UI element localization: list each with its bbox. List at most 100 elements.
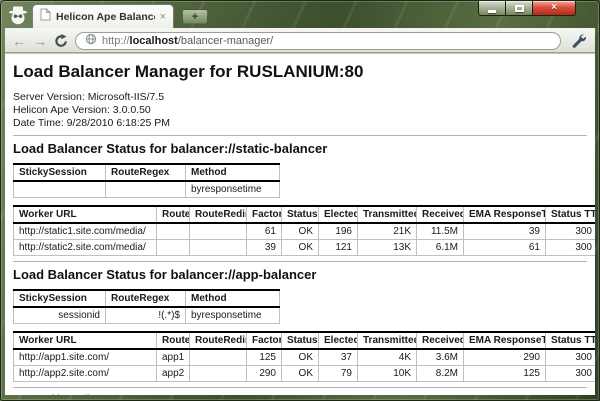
- tab-close-icon[interactable]: ×: [160, 11, 166, 22]
- address-bar[interactable]: http://localhost/balancer-manager/: [75, 31, 561, 50]
- page-title: Load Balancer Manager for RUSLANIUM:80: [13, 62, 364, 81]
- table-cell: 79: [318, 365, 358, 382]
- table-cell: sessionid: [13, 306, 106, 324]
- balancer-section-static: Load Balancer Status for balancer://stat…: [13, 141, 595, 256]
- column-header: Status: [281, 205, 319, 224]
- table-cell: byresponsetime: [185, 306, 280, 324]
- wrench-icon: [572, 34, 586, 48]
- column-header: Status TTL: [545, 205, 595, 224]
- divider: [13, 135, 587, 136]
- worker-url-cell: http://static1.site.com/media/: [13, 222, 157, 240]
- back-button[interactable]: ←: [12, 34, 26, 48]
- page-content: Load Balancer Manager for RUSLANIUM:80 S…: [5, 53, 595, 395]
- table-cell: byresponsetime: [185, 180, 280, 198]
- column-header: Factor: [246, 205, 282, 224]
- forward-button[interactable]: →: [33, 34, 47, 48]
- column-header: RouteRegex: [105, 163, 186, 182]
- worker-url-cell: http://app2.site.com/: [13, 365, 157, 382]
- table-header-row: Worker URL Route RouteRedir Factor Statu…: [13, 331, 595, 350]
- reload-icon: [55, 33, 67, 47]
- reload-button[interactable]: [54, 33, 68, 48]
- table-row: http://static1.site.com/media/ 61 OK 196…: [13, 222, 595, 240]
- url-host: localhost: [129, 34, 178, 47]
- table-cell: 61: [246, 222, 282, 240]
- table-cell: !(.*)$: [105, 306, 186, 324]
- table-cell: 125: [246, 348, 282, 366]
- table-cell: OK: [281, 239, 319, 256]
- column-header: EMA ResponseTime: [463, 205, 546, 224]
- ape-version: Helicon Ape Version: 3.0.0.50: [13, 104, 151, 116]
- column-header: Method: [185, 289, 280, 308]
- server-version: Server Version: Microsoft-IIS/7.5: [13, 91, 165, 103]
- column-header: Route: [156, 331, 190, 350]
- new-tab-button[interactable]: +: [182, 9, 208, 24]
- wrench-menu-button[interactable]: [568, 33, 588, 48]
- column-header: Elected: [318, 331, 358, 350]
- column-header: StickySession: [13, 289, 106, 308]
- browser-tab[interactable]: Helicon Ape Balancer ... ×: [32, 4, 174, 28]
- divider: [13, 261, 587, 262]
- table-cell: [189, 239, 247, 256]
- table-cell: OK: [281, 222, 319, 240]
- column-header: Received: [416, 331, 464, 350]
- divider: [13, 387, 587, 388]
- table-cell: 290: [246, 365, 282, 382]
- worker-url-cell: http://app1.site.com/: [13, 348, 157, 366]
- column-header: EMA ResponseTime: [463, 331, 546, 350]
- titlebar: Helicon Ape Balancer ... × + ×: [0, 0, 600, 28]
- table-cell: [105, 180, 186, 198]
- column-header: Route: [156, 205, 190, 224]
- footer: Powered by Helicon Ape: [13, 393, 587, 395]
- helicon-ape-link[interactable]: Helicon Ape: [71, 393, 127, 395]
- table-cell: 196: [318, 222, 358, 240]
- table-row: http://app2.site.com/ app2 290 OK 79 10K…: [13, 365, 595, 382]
- table-cell: OK: [281, 365, 319, 382]
- table-cell: app1: [156, 348, 190, 366]
- table-cell: 13K: [357, 239, 417, 256]
- balancer-params-table: StickySession RouteRegex Method sessioni…: [13, 289, 280, 324]
- table-cell: 6.1M: [416, 239, 464, 256]
- table-cell: 10K: [357, 365, 417, 382]
- table-cell: 3.6M: [416, 348, 464, 366]
- table-cell: 125: [463, 365, 546, 382]
- table-cell: [156, 222, 190, 240]
- column-header: Worker URL: [13, 331, 157, 350]
- maximize-icon: [514, 4, 524, 12]
- column-header: Status TTL: [545, 331, 595, 350]
- table-header-row: StickySession RouteRegex Method: [13, 289, 280, 308]
- worker-status-table: Worker URL Route RouteRedir Factor Statu…: [13, 205, 595, 256]
- window-minimize-button[interactable]: [478, 1, 506, 16]
- section-heading: Load Balancer Status for balancer://app-…: [13, 267, 317, 282]
- table-row: byresponsetime: [13, 180, 280, 198]
- column-header: Elected: [318, 205, 358, 224]
- window-close-button[interactable]: ×: [533, 1, 576, 16]
- balancer-section-app: Load Balancer Status for balancer://app-…: [13, 267, 595, 382]
- column-header: Received: [416, 205, 464, 224]
- url-text: http://localhost/balancer-manager/: [102, 35, 273, 47]
- table-cell: 4K: [357, 348, 417, 366]
- worker-url-cell: http://static2.site.com/media/: [13, 239, 157, 256]
- table-cell: 11.5M: [416, 222, 464, 240]
- url-scheme: http://: [102, 34, 130, 47]
- table-cell: 61: [463, 239, 546, 256]
- window-maximize-button[interactable]: [506, 1, 533, 16]
- column-header: RouteRegex: [105, 289, 186, 308]
- date-time: Date Time: 9/28/2010 6:18:25 PM: [13, 117, 171, 129]
- table-cell: [13, 180, 106, 198]
- server-info: Server Version: Microsoft-IIS/7.5 Helico…: [13, 91, 587, 130]
- table-cell: 8.2M: [416, 365, 464, 382]
- table-cell: [156, 239, 190, 256]
- balancer-params-table: StickySession RouteRegex Method byrespon…: [13, 163, 280, 198]
- column-header: Method: [185, 163, 280, 182]
- worker-status-table: Worker URL Route RouteRedir Factor Statu…: [13, 331, 595, 382]
- table-cell: 121: [318, 239, 358, 256]
- column-header: StickySession: [13, 163, 106, 182]
- column-header: RouteRedir: [189, 331, 247, 350]
- table-header-row: StickySession RouteRegex Method: [13, 163, 280, 182]
- table-row: http://app1.site.com/ app1 125 OK 37 4K …: [13, 348, 595, 366]
- column-header: Transmitted: [357, 205, 417, 224]
- window-controls: ×: [478, 1, 576, 16]
- browser-toolbar: ← → http://localhost/balancer-manager/: [5, 28, 595, 53]
- column-header: Transmitted: [357, 331, 417, 350]
- powered-by-label: Powered by: [13, 393, 68, 395]
